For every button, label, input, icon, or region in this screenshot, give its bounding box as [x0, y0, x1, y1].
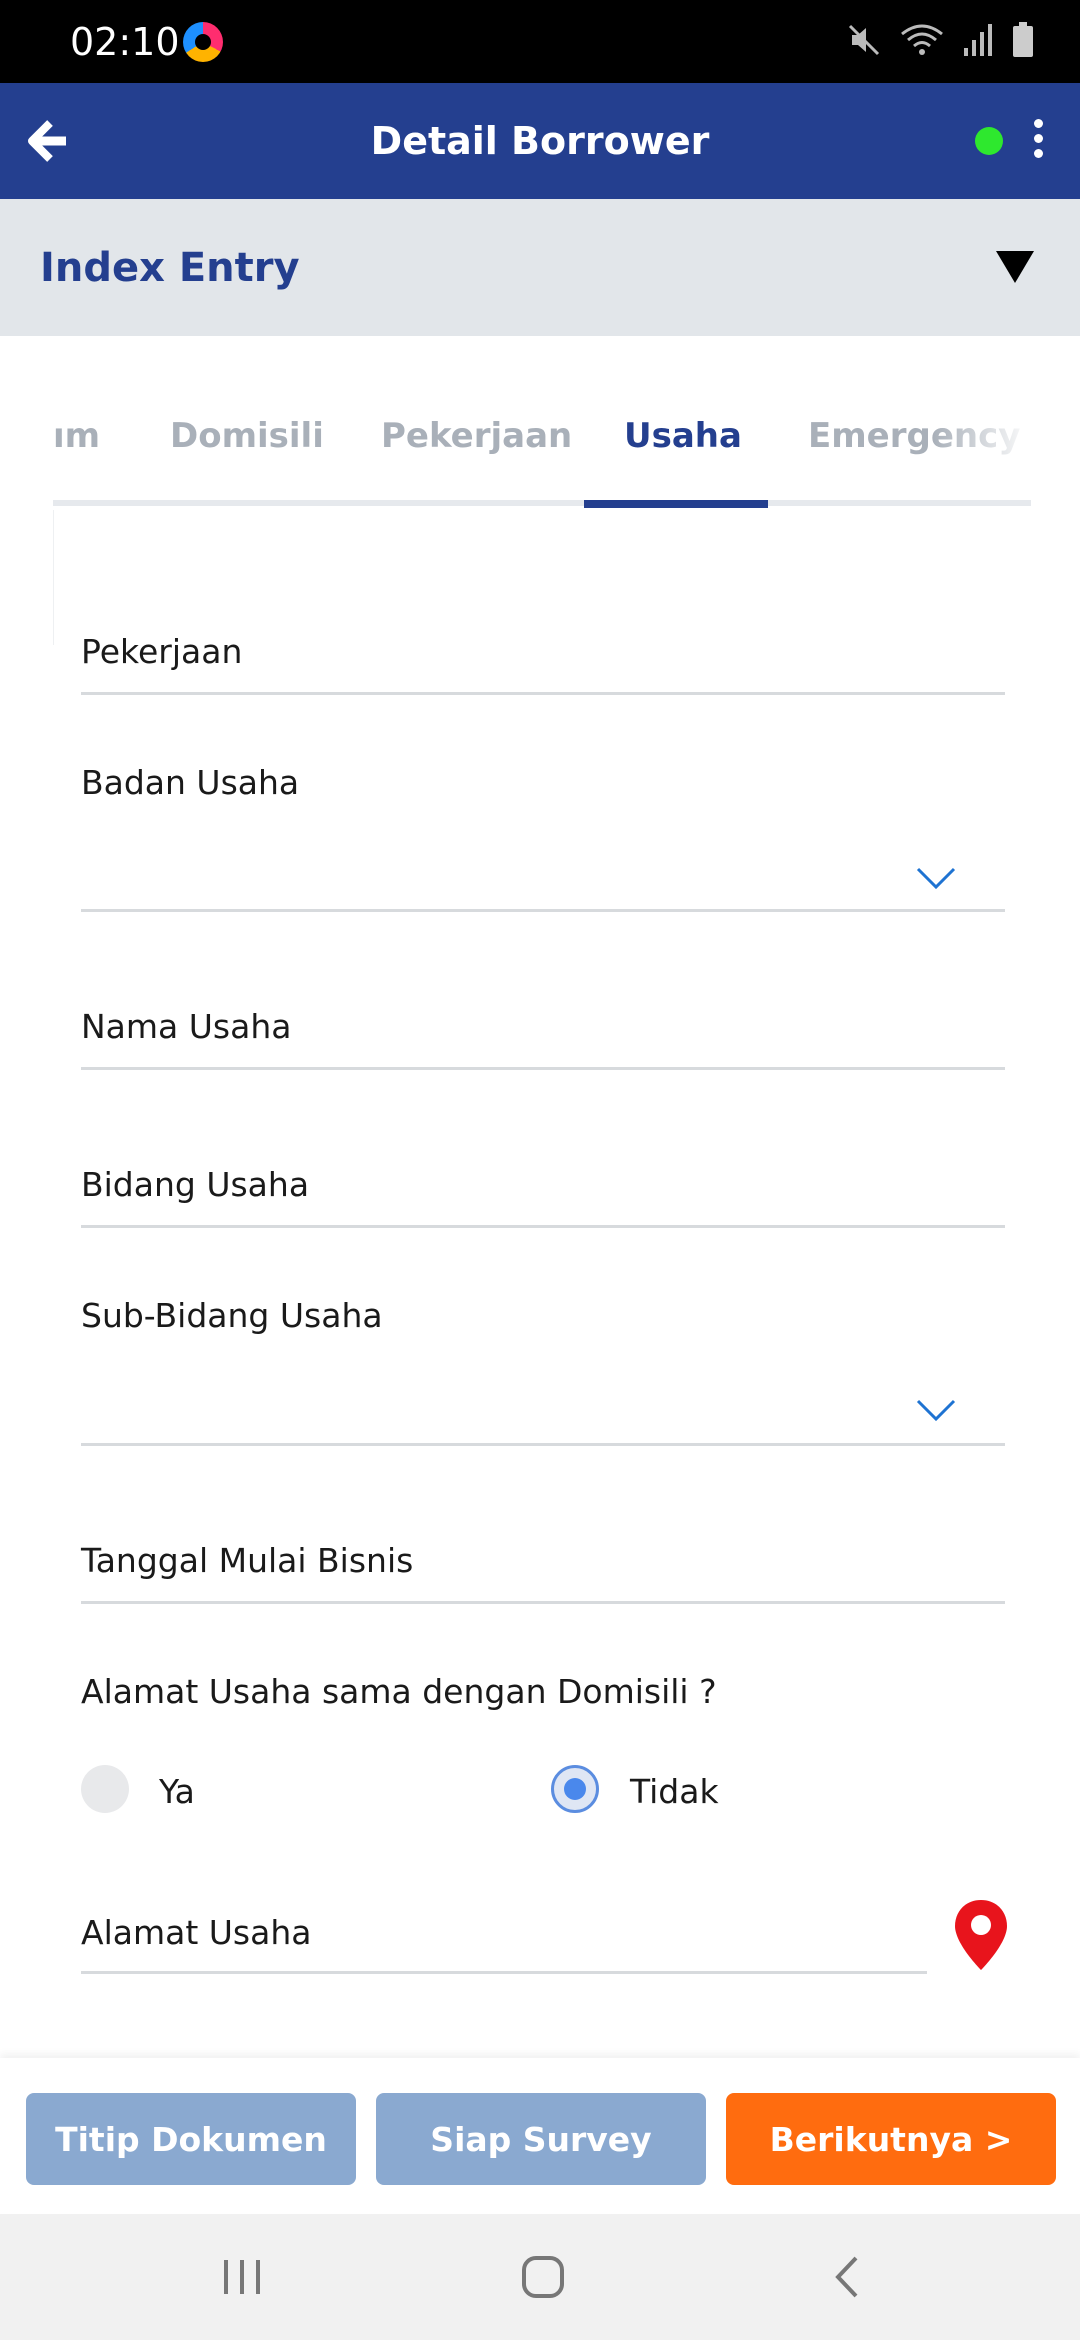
tab-usaha[interactable]: Usaha — [624, 416, 742, 456]
badan-usaha-dropdown-chevron-icon[interactable] — [916, 866, 956, 890]
radio-ya[interactable] — [81, 1765, 129, 1813]
more-options-icon[interactable] — [1026, 119, 1050, 163]
radio-tidak-label[interactable]: Tidak — [630, 1772, 719, 1811]
pekerjaan-field-underline — [81, 692, 1005, 695]
radio-tidak[interactable] — [551, 1765, 599, 1813]
tab-domisili[interactable]: Domisili — [170, 416, 324, 456]
app-bar: Detail Borrower — [0, 83, 1080, 199]
titip-dokumen-button[interactable]: Titip Dokumen — [26, 2093, 356, 2185]
tab-underline-track — [53, 500, 1031, 506]
bottom-action-bar: Titip Dokumen Siap Survey Berikutnya > — [0, 2058, 1080, 2214]
status-icons — [846, 22, 1034, 58]
signal-icon — [964, 24, 992, 56]
nama-usaha-field-label[interactable]: Nama Usaha — [81, 1007, 291, 1046]
tab-bar: ım Domisili Pekerjaan Usaha Emergency — [53, 380, 1031, 510]
home-icon[interactable] — [520, 2254, 566, 2300]
location-pin-icon[interactable] — [952, 1898, 1010, 1972]
bidang-usaha-field-underline — [81, 1225, 1005, 1228]
alamat-sama-question: Alamat Usaha sama dengan Domisili ? — [81, 1672, 717, 1711]
nama-usaha-field-underline — [81, 1067, 1005, 1070]
index-entry-header[interactable]: Index Entry — [0, 199, 1080, 336]
tab-pekerjaan[interactable]: Pekerjaan — [381, 416, 572, 456]
tanggal-mulai-bisnis-field-underline — [81, 1601, 1005, 1604]
badan-usaha-select-underline[interactable] — [81, 909, 1005, 912]
siap-survey-button[interactable]: Siap Survey — [376, 2093, 706, 2185]
wifi-icon — [901, 24, 943, 55]
battery-icon — [1013, 22, 1033, 57]
radio-ya-label[interactable]: Ya — [159, 1772, 195, 1811]
sub-bidang-usaha-label: Sub-Bidang Usaha — [81, 1296, 383, 1335]
back-nav-icon[interactable] — [830, 2254, 864, 2300]
bidang-usaha-field-label[interactable]: Bidang Usaha — [81, 1165, 309, 1204]
recent-apps-icon[interactable] — [220, 2254, 264, 2300]
alamat-usaha-field-underline — [81, 1971, 927, 1974]
tab-overflow-fade — [933, 400, 1031, 480]
page-title: Detail Borrower — [370, 119, 710, 163]
app-notification-icon — [183, 22, 223, 62]
berikutnya-button[interactable]: Berikutnya > — [726, 2093, 1056, 2185]
sub-bidang-usaha-select-underline[interactable] — [81, 1443, 1005, 1446]
alamat-usaha-field-label[interactable]: Alamat Usaha — [81, 1913, 311, 1952]
sub-bidang-usaha-dropdown-chevron-icon[interactable] — [916, 1398, 956, 1422]
divider — [53, 510, 54, 645]
pekerjaan-field-label[interactable]: Pekerjaan — [81, 632, 242, 671]
system-navigation-bar — [0, 2214, 1080, 2340]
status-bar: 02:10 — [0, 0, 1080, 83]
tab-active-indicator — [584, 500, 768, 508]
status-time: 02:10 — [70, 20, 180, 64]
online-status-indicator — [975, 127, 1003, 155]
mute-icon — [848, 24, 880, 56]
badan-usaha-label: Badan Usaha — [81, 763, 300, 802]
index-entry-title: Index Entry — [40, 245, 300, 291]
collapse-caret-icon[interactable] — [996, 251, 1034, 283]
tab-previous[interactable]: ım — [53, 416, 100, 456]
tanggal-mulai-bisnis-field-label[interactable]: Tanggal Mulai Bisnis — [81, 1541, 413, 1580]
